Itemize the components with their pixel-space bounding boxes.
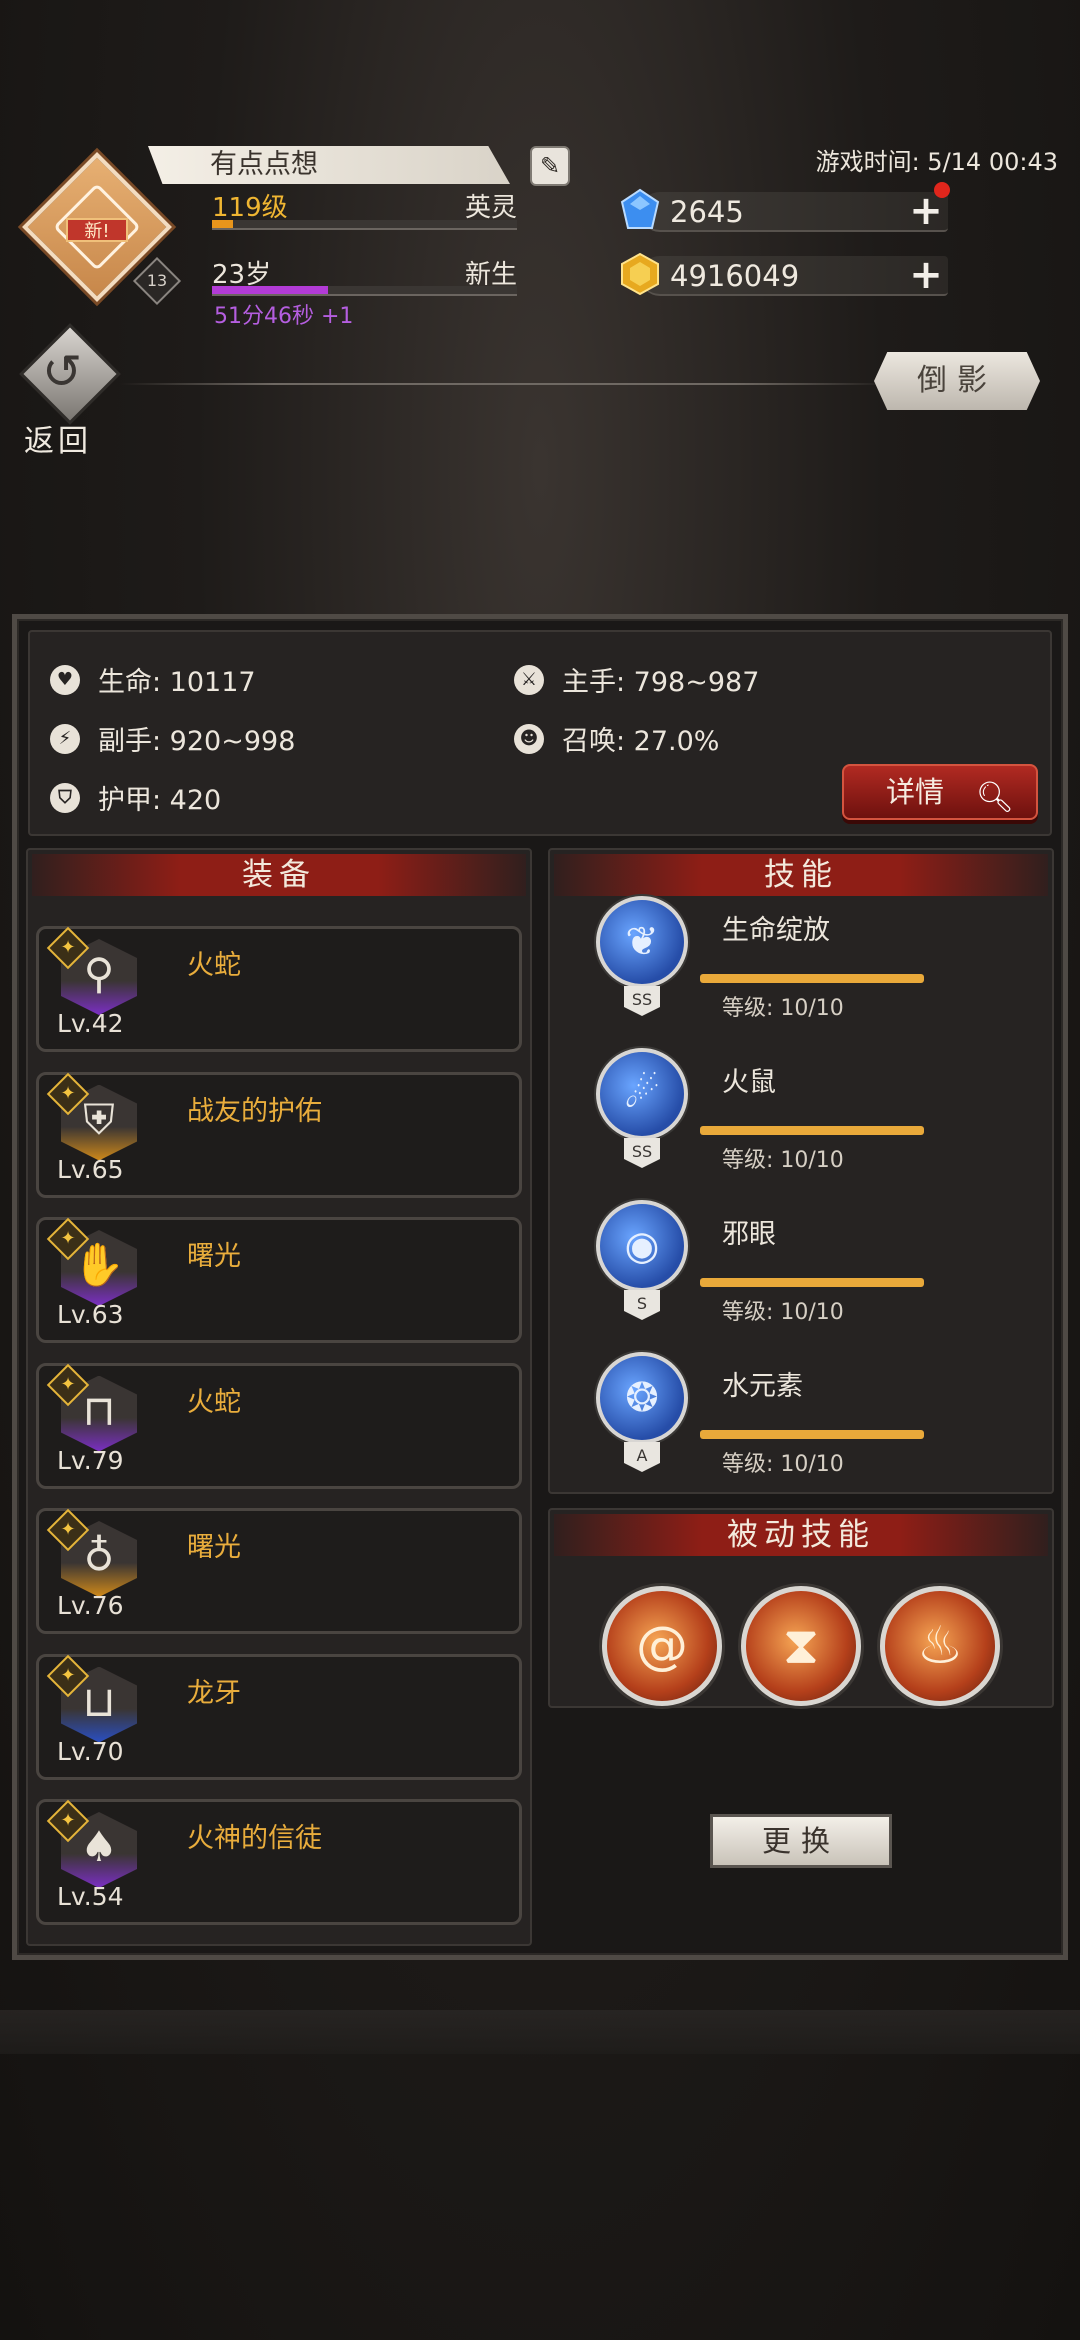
gem-amount: 2645 — [670, 195, 744, 229]
skill-name: 火鼠 — [722, 1067, 776, 1098]
hourglass-icon[interactable]: ⧗ — [741, 1586, 861, 1706]
add-gems-button[interactable]: + — [908, 191, 944, 231]
level-progress-bar — [212, 220, 517, 230]
bloom-icon: ❦ — [596, 896, 688, 988]
skill-level: 等级: 10/10 — [722, 1148, 844, 1173]
skill-name: 邪眼 — [722, 1219, 776, 1250]
armor-icon: ⛉ — [50, 782, 80, 813]
equipment-name: 火蛇 — [187, 1386, 241, 1418]
flame-figure-icon[interactable]: ♨ — [880, 1586, 1000, 1706]
equipment-slot[interactable]: ⛨ ✦ Lv.65 战友的护佑 — [36, 1071, 522, 1198]
passive-skills-header: 被动技能 — [554, 1514, 1048, 1556]
skill-entry[interactable]: ❦ SS 生命绽放等级: 10/10 — [596, 896, 1036, 1026]
notification-dot — [934, 182, 950, 198]
skill-name: 水元素 — [722, 1371, 803, 1402]
equipment-slot[interactable]: ⊔ ✦ Lv.70 龙牙 — [36, 1653, 522, 1780]
details-button[interactable]: 详情 🔍︎ — [842, 764, 1038, 820]
dagger-icon: ⚡ — [50, 723, 80, 754]
skills-header: 技能 — [554, 854, 1048, 896]
stat-life: ♥ 生命: 10117 — [50, 660, 256, 699]
equipment-name: 火神的信徒 — [187, 1823, 322, 1854]
equipment-level: Lv.70 — [57, 1736, 124, 1766]
magnifier-icon: 🔍︎ — [975, 780, 1014, 815]
game-time: 游戏时间: 5/14 00:43 — [815, 148, 1058, 176]
avatar-new-badge: 新! — [66, 218, 128, 242]
return-arrow-icon: ↺ — [42, 344, 83, 400]
stat-armor: ⛉ 护甲: 420 — [50, 778, 221, 817]
fire-rat-icon: ☄ — [596, 1048, 688, 1140]
skill-level: 等级: 10/10 — [722, 1452, 844, 1477]
player-name: 有点点想 — [148, 146, 510, 184]
skill-entry[interactable]: ◉ S 邪眼等级: 10/10 — [596, 1200, 1036, 1330]
water-elemental-icon: ❂ — [596, 1352, 688, 1444]
back-label: 返回 — [24, 424, 92, 459]
equipment-slot[interactable]: ♁ ✦ Lv.76 曙光 — [36, 1508, 522, 1634]
blue-gem-icon — [618, 188, 662, 232]
skill-rank: SS — [624, 1138, 660, 1168]
equipment-level: Lv.76 — [57, 1591, 124, 1620]
header-divider — [120, 383, 890, 385]
player-avatar[interactable]: 新! 13 — [22, 152, 182, 306]
equipment-name: 火蛇 — [187, 950, 241, 981]
skill-level: 等级: 10/10 — [722, 996, 844, 1021]
stat-life-text: 生命: 10117 — [98, 667, 256, 698]
skill-name: 生命绽放 — [722, 915, 830, 946]
equipment-level: Lv.42 — [57, 1009, 124, 1038]
skill-entry[interactable]: ☄ SS 火鼠等级: 10/10 — [596, 1048, 1036, 1178]
skill-level-bar — [700, 974, 924, 983]
skill-rank: A — [624, 1442, 660, 1472]
stat-off-hand: ⚡ 副手: 920~998 — [50, 719, 295, 758]
skill-level-bar — [700, 1126, 924, 1135]
stat-summon: ☻ 召唤: 27.0% — [514, 719, 719, 758]
equipment-level: Lv.63 — [57, 1300, 124, 1329]
skill-rank: SS — [624, 986, 660, 1016]
equipment-slot[interactable]: ♠ ✦ Lv.54 火神的信徒 — [36, 1799, 522, 1925]
sword-icon: ⚔ — [514, 664, 544, 695]
gold-amount: 4916049 — [670, 259, 800, 293]
equipment-name: 龙牙 — [187, 1677, 241, 1709]
equipment-slot[interactable]: ✋ ✦ Lv.63 曙光 — [36, 1217, 522, 1343]
equipment-header: 装备 — [32, 854, 526, 896]
swap-button[interactable]: 更换 — [710, 1814, 892, 1868]
stat-armor-text: 护甲: 420 — [98, 785, 222, 816]
age-timer: 51分46秒 +1 — [214, 304, 354, 329]
equipment-level: Lv.65 — [57, 1154, 124, 1184]
edit-name-button[interactable]: ✎ — [530, 146, 570, 186]
skill-rank: S — [624, 1290, 660, 1320]
equipment-level: Lv.79 — [57, 1445, 124, 1475]
stat-main-hand-text: 主手: 798~987 — [562, 667, 760, 698]
equipment-name: 曙光 — [187, 1532, 241, 1563]
avatar-count-badge: 13 — [132, 256, 182, 306]
heart-icon: ♥ — [50, 664, 80, 695]
summon-icon: ☻ — [514, 723, 544, 754]
age-progress-fill — [212, 286, 328, 294]
gem-balance: 2645 + — [620, 182, 950, 232]
skill-level: 等级: 10/10 — [722, 1300, 844, 1325]
gold-coin-icon — [618, 252, 662, 296]
evil-eye-icon: ◉ — [596, 1200, 688, 1292]
equipment-level: Lv.54 — [57, 1882, 124, 1911]
edit-icon: ✎ — [539, 152, 561, 180]
stat-main-hand: ⚔ 主手: 798~987 — [514, 660, 759, 699]
stat-off-hand-text: 副手: 920~998 — [98, 726, 296, 757]
details-label: 详情 — [886, 775, 945, 809]
skill-level-bar — [700, 1278, 924, 1287]
equipment-name: 战友的护佑 — [187, 1095, 322, 1127]
equipment-name: 曙光 — [187, 1241, 241, 1272]
spiral-icon[interactable]: @ — [602, 1586, 722, 1706]
gold-balance: 4916049 + — [621, 252, 948, 296]
avatar-count-text: 13 — [146, 271, 168, 290]
stat-summon-text: 召唤: 27.0% — [562, 726, 720, 757]
equipment-slot[interactable]: ⊓ ✦ Lv.79 火蛇 — [36, 1362, 522, 1489]
age-progress-bar — [212, 286, 517, 296]
skill-entry[interactable]: ❂ A 水元素等级: 10/10 — [596, 1352, 1036, 1482]
back-button[interactable]: ↺ 返回 — [14, 323, 124, 459]
player-class: 英灵 — [464, 193, 517, 223]
equipment-slot[interactable]: ⚲ ✦ Lv.42 火蛇 — [36, 926, 522, 1052]
bottom-strip — [0, 2010, 1080, 2054]
skill-level-bar — [700, 1430, 924, 1439]
level-progress-fill — [212, 220, 234, 228]
reflection-button[interactable]: 倒影 — [874, 352, 1040, 410]
add-gold-button[interactable]: + — [908, 255, 944, 295]
